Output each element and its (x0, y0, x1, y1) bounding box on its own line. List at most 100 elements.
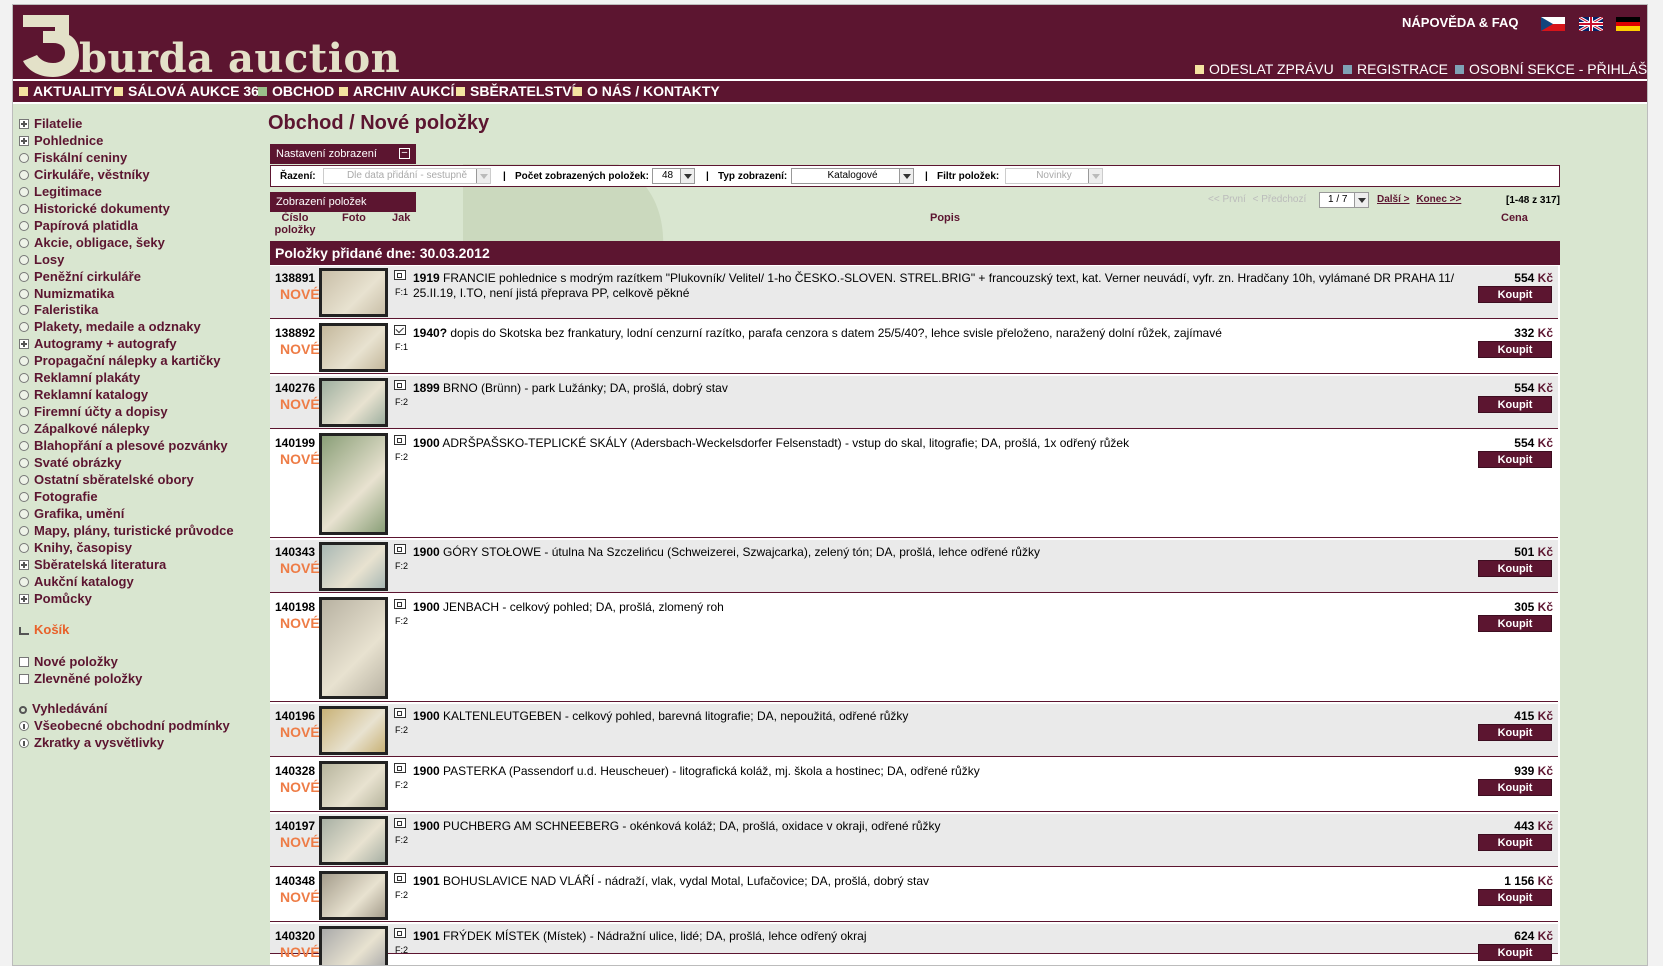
sidebar-item-category[interactable]: Svaté obrázky (19, 455, 121, 470)
sidebar-item-category[interactable]: Peněžní cirkuláře (19, 269, 141, 284)
item-number[interactable]: 140199 (275, 436, 315, 450)
item-description[interactable]: 1900 PUCHBERG AM SCHNEEBERG - okénková k… (413, 819, 1468, 834)
item-description[interactable]: 1940? dopis do Skotska bez frankatury, l… (413, 326, 1468, 341)
table-row[interactable]: 138891 NOVÉ F:1 1919 FRANCIE pohlednice s m… (270, 266, 1558, 319)
flag-cz-icon[interactable] (1541, 17, 1565, 31)
sidebar-item-abbreviations[interactable]: Zkratky a vysvětlivky (19, 735, 164, 750)
settings-tab[interactable]: Nastavení zobrazení − (270, 144, 416, 164)
filter-select[interactable]: Novinky (1005, 168, 1103, 184)
item-number[interactable]: 138891 (275, 271, 315, 285)
pager-next[interactable]: Další > (1377, 194, 1410, 205)
item-description[interactable]: 1900 KALTENLEUTGEBEN - celkový pohled, b… (413, 709, 1468, 724)
help-faq-link[interactable]: NÁPOVĚDA & FAQ (1402, 15, 1519, 30)
item-description[interactable]: 1901 BOHUSLAVICE NAD VLÁŘÍ - nádraží, vl… (413, 874, 1468, 889)
item-number[interactable]: 140328 (275, 764, 315, 778)
item-photo[interactable] (319, 816, 388, 865)
item-description[interactable]: 1899 BRNO (Brünn) - park Lužánky; DA, pr… (413, 381, 1468, 396)
buy-button[interactable]: Koupit (1478, 615, 1552, 632)
sidebar-item-category[interactable]: Propagační nálepky a kartičky (19, 353, 220, 368)
sidebar-item-category[interactable]: Pohlednice (19, 133, 103, 148)
sidebar-item-category[interactable]: Reklamní katalogy (19, 387, 148, 402)
item-photo[interactable] (319, 433, 388, 535)
items-tab[interactable]: Zobrazení položek (270, 192, 416, 212)
sidebar-item-category[interactable]: Akcie, obligace, šeky (19, 235, 165, 250)
item-photo[interactable] (319, 597, 388, 699)
buy-button[interactable]: Koupit (1478, 834, 1552, 851)
sidebar-item-category[interactable]: Faleristika (19, 302, 98, 317)
sidebar-item-category[interactable]: Plakety, medaile a odznaky (19, 319, 201, 334)
collapse-icon[interactable]: − (399, 148, 410, 159)
table-row[interactable]: 140276 NOVÉ F:2 1899 BRNO (Brünn) - park Lu… (270, 376, 1558, 429)
table-row[interactable]: 138892 NOVÉ F:1 1940? dopis do Skotska bez … (270, 321, 1558, 374)
sidebar-item-category[interactable]: Blahopřání a plesové pozvánky (19, 438, 228, 453)
pager-last[interactable]: Konec >> (1416, 194, 1461, 205)
item-photo[interactable] (319, 706, 388, 755)
buy-button[interactable]: Koupit (1478, 451, 1552, 468)
sidebar-item-terms[interactable]: Všeobecné obchodní podmínky (19, 718, 230, 733)
sidebar-item-category[interactable]: Zápalkové nálepky (19, 421, 150, 436)
table-row[interactable]: 140198 NOVÉ F:2 1900 JENBACH - celkový pohl… (270, 595, 1558, 702)
item-description[interactable]: 1900 PASTERKA (Passendorf u.d. Heuscheue… (413, 764, 1468, 779)
flag-en-icon[interactable] (1579, 17, 1603, 31)
sidebar-item-category[interactable]: Legitimace (19, 184, 102, 199)
sidebar-item-new-items[interactable]: Nové položky (19, 654, 118, 669)
sidebar-item-category[interactable]: Papírová platidla (19, 218, 138, 233)
item-number[interactable]: 140343 (275, 545, 315, 559)
item-description[interactable]: 1900 JENBACH - celkový pohled; DA, prošl… (413, 600, 1468, 615)
buy-button[interactable]: Koupit (1478, 396, 1552, 413)
sidebar-item-category[interactable]: Numizmatika (19, 286, 114, 301)
table-row[interactable]: 140348 NOVÉ F:2 1901 BOHUSLAVICE NAD VLÁŘÍ … (270, 869, 1558, 922)
sidebar-item-discounted[interactable]: Zlevněné položky (19, 671, 142, 686)
nav-item-aktuality[interactable]: AKTUALITY (19, 83, 112, 99)
buy-button[interactable]: Koupit (1478, 944, 1552, 961)
sidebar-item-category[interactable]: Grafika, umění (19, 506, 124, 521)
item-photo[interactable] (319, 268, 388, 317)
sidebar-item-category[interactable]: Cirkuláře, věstníky (19, 167, 150, 182)
table-row[interactable]: 140199 NOVÉ F:2 1900 ADRŠPAŠSKO-TEPLICKÉ SK… (270, 431, 1558, 538)
sidebar-item-category[interactable]: Ostatní sběratelské obory (19, 472, 194, 487)
sidebar-item-category[interactable]: Reklamní plakáty (19, 370, 140, 385)
sidebar-item-category[interactable]: Firemní účty a dopisy (19, 404, 168, 419)
count-select[interactable]: 48 (652, 168, 695, 184)
item-description[interactable]: 1900 GÓRY STOŁOWE - útulna Na Szczelińcu… (413, 545, 1468, 560)
sidebar-item-category[interactable]: Aukční katalogy (19, 574, 134, 589)
buy-button[interactable]: Koupit (1478, 889, 1552, 906)
sidebar-item-category[interactable]: Sběratelská literatura (19, 557, 166, 572)
item-photo[interactable] (319, 378, 388, 427)
sidebar-item-category[interactable]: Autogramy + autografy (19, 336, 177, 351)
nav-item-sberatelstvi[interactable]: SBĚRATELSTVÍ (456, 83, 576, 99)
sidebar-item-category[interactable]: Filatelie (19, 116, 82, 131)
buy-button[interactable]: Koupit (1478, 779, 1552, 796)
sort-select[interactable]: Dle data přidání - sestupně (323, 168, 491, 184)
sidebar-item-category[interactable]: Losy (19, 252, 64, 267)
item-description[interactable]: 1900 ADRŠPAŠSKO-TEPLICKÉ SKÁLY (Adersbac… (413, 436, 1468, 451)
registration-link[interactable]: REGISTRACE (1343, 61, 1448, 77)
item-photo[interactable] (319, 323, 388, 372)
item-number[interactable]: 140198 (275, 600, 315, 614)
page-select[interactable]: 1 / 7 (1319, 192, 1369, 208)
item-description[interactable]: 1919 FRANCIE pohlednice s modrým razítke… (413, 271, 1468, 301)
sidebar-item-category[interactable]: Knihy, časopisy (19, 540, 132, 555)
nav-item-archiv-aukci[interactable]: ARCHIV AUKCÍ (339, 83, 454, 99)
nav-item-o-nas[interactable]: O NÁS / KONTAKTY (573, 83, 720, 99)
sidebar-item-category[interactable]: Pomůcky (19, 591, 92, 606)
table-row[interactable]: 140197 NOVÉ F:2 1900 PUCHBERG AM SCHNEEBERG… (270, 814, 1558, 867)
item-number[interactable]: 140348 (275, 874, 315, 888)
item-photo[interactable] (319, 761, 388, 810)
table-row[interactable]: 140320 NOVÉ F:2 1901 FRÝDEK MÍSTEK (Místek)… (270, 924, 1558, 965)
table-row[interactable]: 140343 NOVÉ F:2 1900 GÓRY STOŁOWE - útulna … (270, 540, 1558, 593)
buy-button[interactable]: Koupit (1478, 560, 1552, 577)
sidebar-item-category[interactable]: Fiskální ceniny (19, 150, 127, 165)
sidebar-item-category[interactable]: Fotografie (19, 489, 98, 504)
table-row[interactable]: 140196 NOVÉ F:2 1900 KALTENLEUTGEBEN - celk… (270, 704, 1558, 757)
item-description[interactable]: 1901 FRÝDEK MÍSTEK (Místek) - Nádražní u… (413, 929, 1468, 944)
buy-button[interactable]: Koupit (1478, 341, 1552, 358)
buy-button[interactable]: Koupit (1478, 286, 1552, 303)
item-number[interactable]: 140320 (275, 929, 315, 943)
sidebar-item-search[interactable]: Vyhledávání (19, 701, 107, 716)
sidebar-item-category[interactable]: Historické dokumenty (19, 201, 170, 216)
login-link[interactable]: OSOBNÍ SEKCE - PŘIHLÁŠENÍ (1455, 61, 1647, 77)
item-number[interactable]: 140196 (275, 709, 315, 723)
item-photo[interactable] (319, 542, 388, 591)
sidebar-item-category[interactable]: Mapy, plány, turistické průvodce (19, 523, 234, 538)
